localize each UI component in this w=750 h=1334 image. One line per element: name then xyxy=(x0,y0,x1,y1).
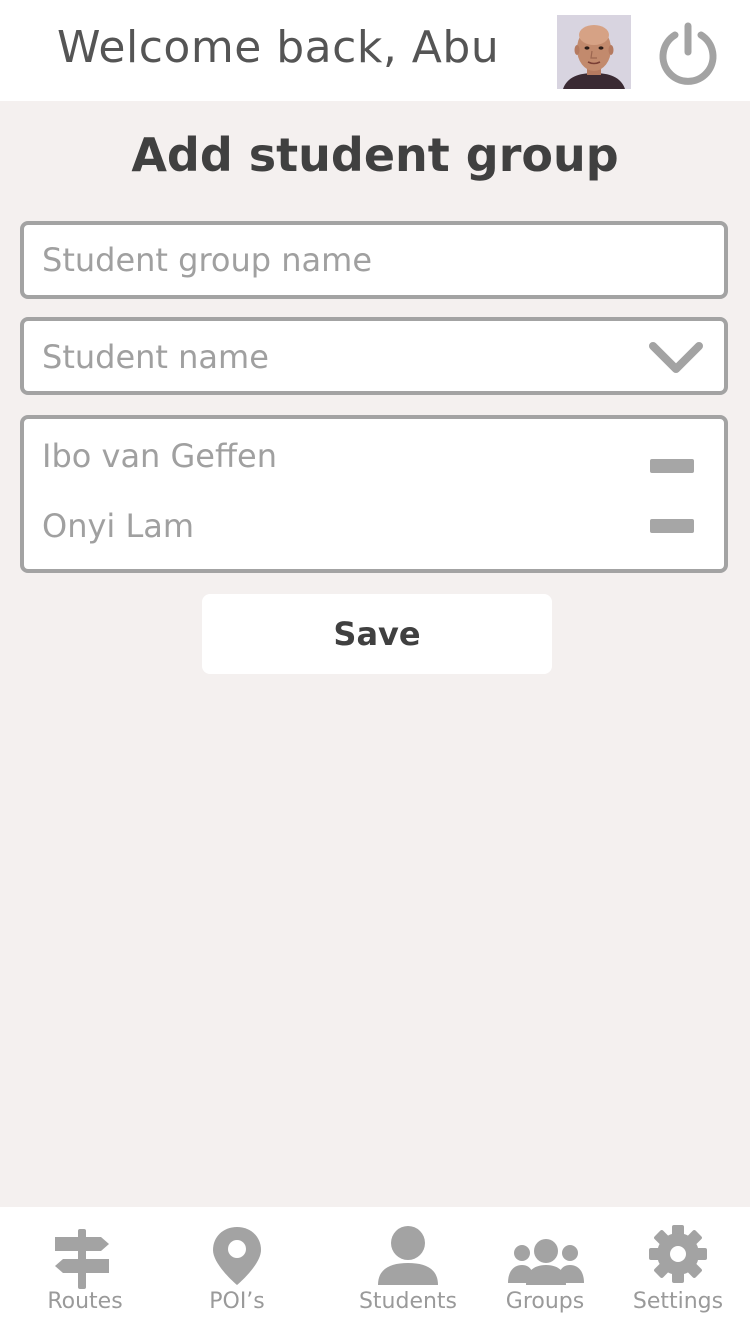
remove-student-button[interactable] xyxy=(650,519,694,533)
nav-label-pois: POI’s xyxy=(209,1289,265,1314)
student-select-value: Student name xyxy=(42,338,269,376)
nav-label-groups: Groups xyxy=(505,1289,585,1314)
chevron-down-icon xyxy=(649,342,703,373)
nav-item-settings[interactable]: Settings xyxy=(625,1207,731,1334)
nav-item-routes[interactable]: Routes xyxy=(35,1207,135,1334)
power-icon xyxy=(659,22,717,85)
nav-item-students[interactable]: Students xyxy=(348,1207,468,1334)
student-name: Ibo van Geffen xyxy=(42,437,277,475)
save-button[interactable]: Save xyxy=(202,594,552,674)
group-name-field-container xyxy=(20,221,728,299)
signpost-icon xyxy=(55,1229,109,1289)
gear-icon xyxy=(649,1225,707,1283)
list-item: Onyi Lam xyxy=(24,503,724,563)
users-icon xyxy=(508,1239,584,1285)
map-pin-icon xyxy=(213,1227,261,1285)
remove-student-button[interactable] xyxy=(650,459,694,473)
welcome-message: Welcome back, Abu xyxy=(57,22,500,73)
group-name-input[interactable] xyxy=(24,225,724,295)
student-select[interactable]: Student name xyxy=(20,317,728,395)
page-title: Add student group xyxy=(131,128,619,182)
nav-label-settings: Settings xyxy=(632,1289,724,1314)
user-icon xyxy=(378,1226,438,1285)
nav-label-routes: Routes xyxy=(47,1289,123,1314)
nav-label-students: Students xyxy=(358,1289,458,1314)
nav-item-groups[interactable]: Groups xyxy=(494,1207,596,1334)
user-photo-icon xyxy=(557,15,631,89)
list-item: Ibo van Geffen xyxy=(24,433,724,493)
bottom-nav: Routes POI’s Students Groups Settings xyxy=(0,1207,750,1334)
app-header: Welcome back, Abu xyxy=(0,0,750,101)
avatar[interactable] xyxy=(557,15,631,89)
student-name: Onyi Lam xyxy=(42,507,195,545)
logout-button[interactable] xyxy=(655,21,721,87)
nav-item-pois[interactable]: POI’s xyxy=(187,1207,287,1334)
selected-students-list: Ibo van Geffen Onyi Lam xyxy=(20,415,728,573)
